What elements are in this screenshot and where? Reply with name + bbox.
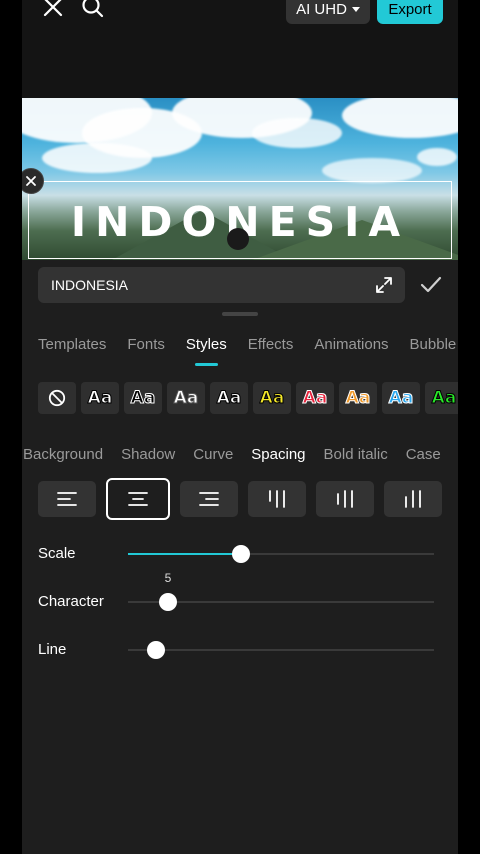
expand-icon[interactable] xyxy=(375,276,393,294)
top-bar: AI UHD Export xyxy=(22,0,458,98)
style-preset[interactable]: Aa xyxy=(339,382,377,414)
style-preset[interactable]: Aa xyxy=(425,382,458,414)
align-center-icon xyxy=(128,492,148,506)
scale-label: Scale xyxy=(38,545,76,562)
line-knob[interactable] xyxy=(147,641,165,659)
style-presets: Aa Aa Aa Aa Aa Aa Aa Aa Aa xyxy=(38,382,458,414)
drag-handle[interactable] xyxy=(222,312,258,316)
ai-uhd-label: AI UHD xyxy=(296,0,347,18)
character-value: 5 xyxy=(164,571,172,585)
vertical-top-icon xyxy=(269,490,285,508)
cloud-shape xyxy=(417,148,457,166)
main-tabs: Templates Fonts Styles Effects Animation… xyxy=(38,336,458,366)
vertical-center-button[interactable] xyxy=(316,481,374,517)
align-right-icon xyxy=(199,492,219,506)
cloud-shape xyxy=(42,143,152,173)
vertical-bottom-button[interactable] xyxy=(384,481,442,517)
scale-slider: Scale xyxy=(38,539,438,569)
no-style-button[interactable] xyxy=(38,382,76,414)
align-left-icon xyxy=(57,492,77,506)
text-editor-screen: AI UHD Export INDONESIA INDONESIA Templa… xyxy=(22,0,458,854)
align-right-button[interactable] xyxy=(180,481,238,517)
subtab-bold-italic[interactable]: Bold italic xyxy=(324,446,388,463)
tab-effects[interactable]: Effects xyxy=(248,336,294,364)
export-button[interactable]: Export xyxy=(377,0,443,24)
scale-track[interactable] xyxy=(128,545,434,563)
cloud-shape xyxy=(252,118,342,148)
align-left-button[interactable] xyxy=(38,481,96,517)
tab-animations[interactable]: Animations xyxy=(314,336,388,364)
ai-uhd-dropdown[interactable]: AI UHD xyxy=(286,0,370,24)
vertical-center-icon xyxy=(337,490,353,508)
character-slider: Character 5 xyxy=(38,571,438,617)
cloud-shape xyxy=(342,98,458,138)
character-label: Character xyxy=(38,593,104,610)
text-input-value: INDONESIA xyxy=(51,277,129,293)
scale-knob[interactable] xyxy=(232,545,250,563)
style-preset[interactable]: Aa xyxy=(382,382,420,414)
search-icon[interactable] xyxy=(80,0,106,20)
text-input-field[interactable]: INDONESIA xyxy=(38,267,405,303)
tab-fonts[interactable]: Fonts xyxy=(127,336,165,364)
character-knob[interactable] xyxy=(159,593,177,611)
tab-templates[interactable]: Templates xyxy=(38,336,106,364)
confirm-check-icon[interactable] xyxy=(420,276,442,294)
tab-styles[interactable]: Styles xyxy=(186,336,227,366)
rotate-handle[interactable] xyxy=(227,228,249,250)
style-preset[interactable]: Aa xyxy=(253,382,291,414)
caret-down-icon xyxy=(351,6,360,12)
vertical-bottom-icon xyxy=(405,490,421,508)
subtab-spacing[interactable]: Spacing xyxy=(251,446,305,463)
align-center-button[interactable] xyxy=(106,478,170,520)
style-preset[interactable]: Aa xyxy=(124,382,162,414)
line-track[interactable] xyxy=(128,641,434,659)
alignment-options xyxy=(38,478,442,520)
subtab-background[interactable]: Background xyxy=(23,446,103,463)
style-preset[interactable]: Aa xyxy=(210,382,248,414)
line-label: Line xyxy=(38,641,67,658)
cloud-shape xyxy=(322,158,422,183)
none-icon xyxy=(48,389,66,407)
subtab-case[interactable]: Case xyxy=(406,446,441,463)
vertical-top-button[interactable] xyxy=(248,481,306,517)
subtab-curve[interactable]: Curve xyxy=(193,446,233,463)
scale-fill xyxy=(128,553,241,555)
text-edit-panel: INDONESIA Templates Fonts Styles Effects… xyxy=(22,260,458,854)
style-preset[interactable]: Aa xyxy=(167,382,205,414)
tab-bubble[interactable]: Bubble xyxy=(410,336,457,364)
close-icon[interactable] xyxy=(40,0,66,20)
style-preset[interactable]: Aa xyxy=(81,382,119,414)
style-subtabs: Background Shadow Curve Spacing Bold ita… xyxy=(23,446,458,463)
character-track[interactable]: 5 xyxy=(128,571,434,611)
subtab-shadow[interactable]: Shadow xyxy=(121,446,175,463)
line-slider: Line xyxy=(38,635,438,665)
style-preset[interactable]: Aa xyxy=(296,382,334,414)
